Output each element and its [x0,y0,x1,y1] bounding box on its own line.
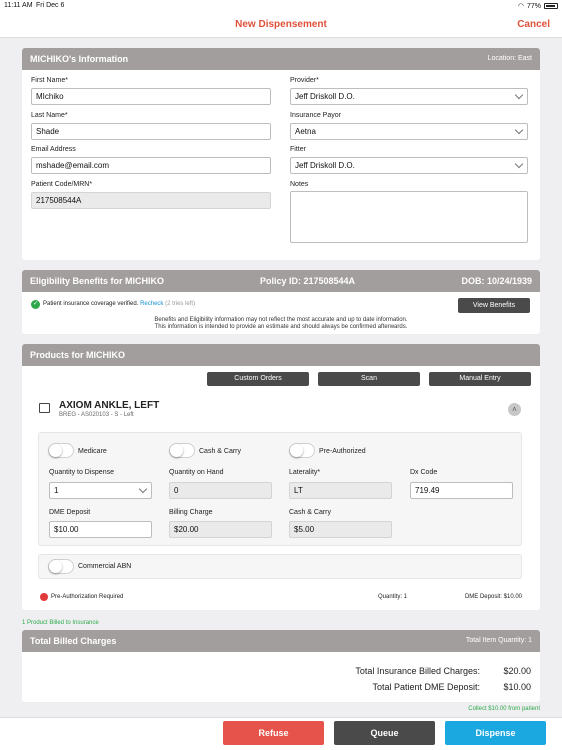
eligibility-title: Eligibility Benefits for MICHIKO [30,276,165,286]
mrn-field: 217508544A [31,192,271,209]
chevron-down-icon [138,484,148,494]
chevron-down-icon [514,125,524,135]
billing-charge-label: Billing Charge [169,509,213,516]
queue-button[interactable]: Queue [334,721,435,745]
policy-id: Policy ID: 217508544A [260,276,356,286]
commercial-abn-label: Commercial ABN [78,563,132,570]
pre-authorized-toggle[interactable] [289,443,315,458]
eligibility-card: Eligibility Benefits for MICHIKO Policy … [22,270,540,334]
cancel-button[interactable]: Cancel [517,19,550,30]
medicare-label: Medicare [78,448,107,455]
dx-code-field[interactable]: 719.49 [410,482,513,499]
battery-percent: 77% [526,2,541,10]
dme-deposit-label: DME Deposit [49,509,91,516]
scan-button[interactable]: Scan [318,372,420,386]
tries-left: (2 tries left) [165,301,196,307]
nav-bar: New Dispensement Cancel [0,12,562,38]
last-name-field[interactable]: Shade [31,123,271,140]
cash-carry-toggle[interactable] [169,443,195,458]
check-circle-icon: ✓ [31,300,40,309]
medicare-toggle[interactable] [48,443,74,458]
footer-quantity: Quantity: 1 [378,594,408,600]
total-dme-label: Total Patient DME Deposit: [372,682,480,692]
mrn-label: Patient Code/MRN* [31,181,93,188]
total-item-quantity: Total Item Quantity: 1 [465,637,532,644]
laterality-label: Laterality* [289,469,321,476]
status-bar: 11:11 AM Fri Dec 6 ◠ 77% [0,0,562,12]
footer-dme-deposit: DME Deposit: $10.00 [464,594,522,600]
view-benefits-button[interactable]: View Benefits [458,298,530,313]
total-dme-value: $10.00 [503,682,531,692]
cash-carry-toggle-label: Cash & Carry [199,448,242,455]
coverage-verified-text: Patient insurance coverage verified. [43,301,139,307]
notes-label: Notes [290,181,309,188]
qty-hand-label: Quantity on Hand [169,469,224,476]
alert-dot-icon [40,593,48,601]
preauth-required-text: Pre-Authorization Required [51,594,124,600]
first-name-field[interactable]: MIchiko [31,88,271,105]
dispense-button[interactable]: Dispense [445,721,546,745]
total-insurance-value: $20.00 [503,666,531,676]
billed-to-insurance-note: 1 Product Billed to Insurance [22,620,99,626]
page-title: New Dispensement [235,19,327,30]
pre-authorized-label: Pre-Authorized [319,448,366,455]
chevron-up-icon[interactable]: ˄ [508,403,521,416]
payor-select[interactable]: Aetna [290,123,528,140]
wifi-icon: ◠ [517,3,524,10]
total-insurance-label: Total Insurance Billed Charges: [355,666,480,676]
recheck-link[interactable]: Recheck [140,301,163,307]
product-name: AXIOM ANKLE, LEFT [59,400,160,411]
laterality-field[interactable]: LT [289,482,392,499]
chevron-down-icon [514,159,524,169]
chevron-down-icon [514,90,524,100]
billing-charge-field: $20.00 [169,521,272,538]
manual-entry-button[interactable]: Manual Entry [429,372,531,386]
totals-card: Total Billed Charges Total Item Quantity… [22,630,540,702]
email-label: Email Address [31,146,76,153]
battery-icon [544,3,558,9]
fitter-label: Fitter [290,146,306,153]
commercial-abn-row: Commercial ABN [38,554,522,579]
patient-card-title: MICHIKO's Information [30,54,129,64]
location-label: Location: East [487,55,532,62]
status-time: 11:11 AM [4,2,33,9]
qty-dispense-label: Quantity to Dispense [49,469,114,476]
cash-carry-field: $5.00 [289,521,392,538]
notes-textarea[interactable] [290,191,528,243]
products-card: Products for MICHIKO Custom Orders Scan … [22,344,540,610]
last-name-label: Last Name* [31,112,68,119]
disclaimer-line-1: Benefits and Eligibility information may… [154,317,408,323]
patient-info-card: MICHIKO's Information Location: East Fir… [22,48,540,260]
action-bar: Refuse Queue Dispense [0,717,562,750]
status-date: Fri Dec 6 [36,2,65,9]
cash-carry-label: Cash & Carry [289,509,332,516]
dob-label: DOB: 10/24/1939 [461,276,532,286]
first-name-label: First Name* [31,77,68,84]
product-detail-panel: Medicare Cash & Carry Pre-Authorized Qua… [38,432,522,546]
collect-note: Collect $10.00 from patient [468,706,540,712]
provider-label: Provider* [290,77,319,84]
disclaimer-line-2: This information is intended to provide … [154,324,408,330]
dme-deposit-field[interactable]: $10.00 [49,521,152,538]
refuse-button[interactable]: Refuse [223,721,324,745]
qty-dispense-select[interactable]: 1 [49,482,152,499]
product-sub: BREG - AS020103 - S - Left [59,412,134,418]
box-icon [39,403,50,413]
products-title: Products for MICHIKO [30,350,126,360]
qty-hand-field: 0 [169,482,272,499]
totals-title: Total Billed Charges [30,636,117,646]
custom-orders-button[interactable]: Custom Orders [207,372,309,386]
dx-code-label: Dx Code [410,469,438,476]
fitter-select[interactable]: Jeff Driskoll D.O. [290,157,528,174]
provider-select[interactable]: Jeff Driskoll D.O. [290,88,528,105]
payor-label: Insurance Payor [290,112,341,119]
commercial-abn-toggle[interactable] [48,559,74,574]
email-field[interactable]: mshade@email.com [31,157,271,174]
